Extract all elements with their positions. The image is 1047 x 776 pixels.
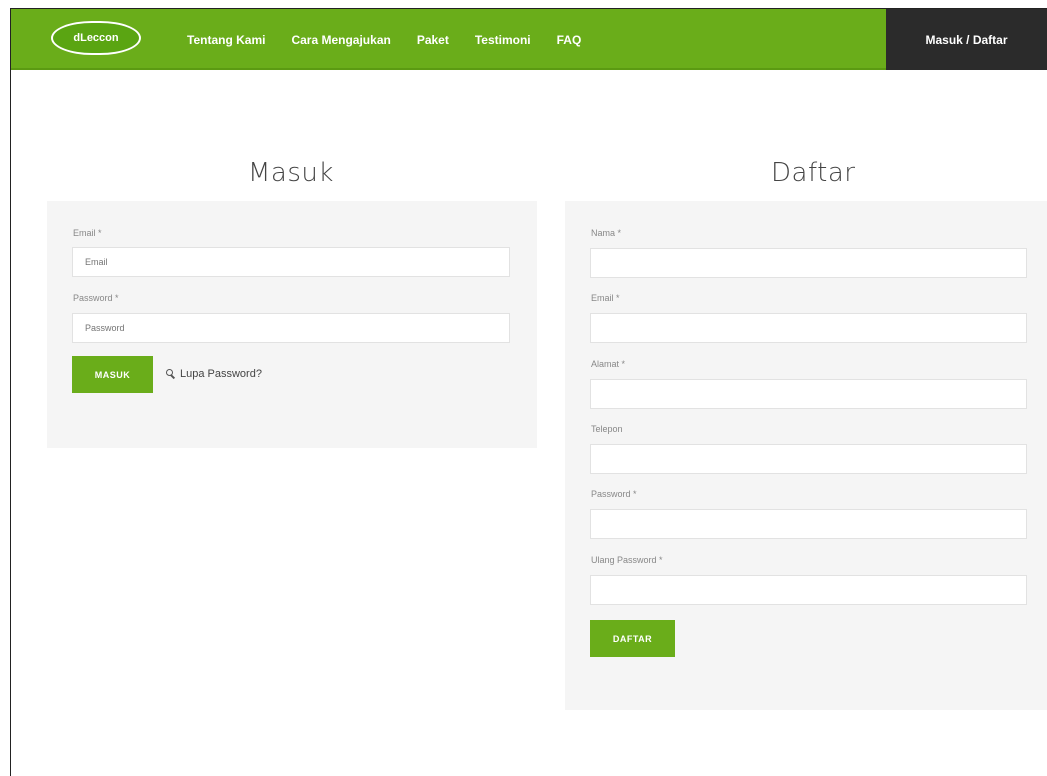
- forgot-password-link[interactable]: Lupa Password?: [166, 368, 262, 380]
- login-password-label: Password *: [73, 293, 119, 303]
- register-name-input[interactable]: [590, 248, 1027, 278]
- brand-logo[interactable]: dLeccon: [51, 21, 141, 55]
- register-repeat-password-label: Ulang Password *: [591, 555, 663, 565]
- register-phone-label: Telepon: [591, 424, 623, 434]
- register-password-input[interactable]: [590, 509, 1027, 539]
- register-repeat-password-input[interactable]: [590, 575, 1027, 605]
- register-password-label: Password *: [591, 489, 637, 499]
- nav-link-cara-mengajukan[interactable]: Cara Mengajukan: [291, 33, 390, 47]
- nav-link-paket[interactable]: Paket: [417, 33, 449, 47]
- register-phone-input[interactable]: [590, 444, 1027, 474]
- nav-link-testimoni[interactable]: Testimoni: [475, 33, 531, 47]
- top-navbar: dLeccon Tentang Kami Cara Mengajukan Pak…: [11, 9, 1047, 70]
- register-address-label: Alamat *: [591, 359, 626, 369]
- register-email-label: Email *: [591, 293, 620, 303]
- login-title: Masuk: [248, 158, 334, 188]
- register-email-input[interactable]: [590, 313, 1027, 343]
- register-title: Daftar: [771, 158, 856, 188]
- login-password-input[interactable]: [72, 313, 510, 343]
- login-email-input[interactable]: [72, 247, 510, 277]
- nav-links: Tentang Kami Cara Mengajukan Paket Testi…: [187, 9, 581, 70]
- auth-tab[interactable]: Masuk / Daftar: [886, 9, 1047, 70]
- register-submit-button[interactable]: DAFTAR: [590, 620, 675, 657]
- login-submit-button[interactable]: MASUK: [72, 356, 153, 393]
- forgot-password-text: Lupa Password?: [180, 368, 262, 380]
- register-address-input[interactable]: [590, 379, 1027, 409]
- login-email-label: Email *: [73, 228, 102, 238]
- key-icon: [166, 369, 176, 379]
- nav-link-faq[interactable]: FAQ: [557, 33, 582, 47]
- nav-link-tentang-kami[interactable]: Tentang Kami: [187, 33, 265, 47]
- register-name-label: Nama *: [591, 228, 622, 238]
